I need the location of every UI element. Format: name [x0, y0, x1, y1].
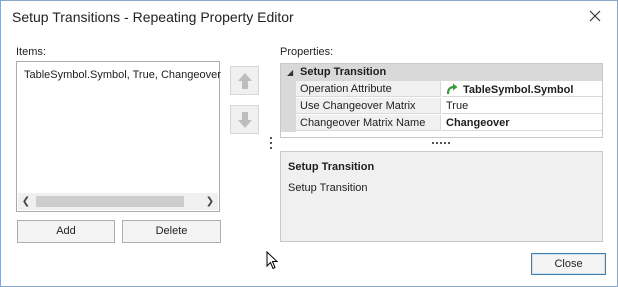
property-row-changeover-matrix-name[interactable]: Changeover Matrix Name Changeover: [281, 115, 602, 132]
scrollbar-thumb[interactable]: [36, 196, 184, 207]
collapse-triangle-icon[interactable]: ◢: [287, 68, 293, 77]
items-label: Items:: [16, 46, 46, 58]
property-row-operation-attribute[interactable]: Operation Attribute TableSymbol.Symbol: [281, 81, 602, 98]
window-title: Setup Transitions - Repeating Property E…: [12, 9, 294, 25]
mouse-cursor-icon: [266, 251, 278, 270]
description-text: Setup Transition: [288, 182, 368, 194]
properties-label: Properties:: [280, 46, 334, 58]
list-item[interactable]: TableSymbol.Symbol, True, Changeover: [24, 69, 221, 81]
add-button[interactable]: Add: [17, 220, 115, 243]
green-curved-arrow-icon: [446, 83, 458, 95]
horizontal-splitter-grip[interactable]: [432, 142, 452, 146]
property-row-use-changeover-matrix[interactable]: Use Changeover Matrix True: [281, 98, 602, 115]
repeating-property-editor-dialog: Setup Transitions - Repeating Property E…: [0, 0, 618, 287]
title-bar: Setup Transitions - Repeating Property E…: [1, 1, 617, 33]
scroll-right-icon[interactable]: ❯: [204, 195, 216, 208]
vertical-splitter-grip[interactable]: [269, 137, 273, 153]
property-grid: ◢ Setup Transition Operation Attribute T…: [280, 63, 603, 138]
property-value[interactable]: Changeover: [442, 115, 602, 131]
move-up-button[interactable]: [230, 66, 259, 95]
move-down-button[interactable]: [230, 105, 259, 134]
category-label: Setup Transition: [300, 66, 387, 78]
items-list[interactable]: TableSymbol.Symbol, True, Changeover ❮ ❯: [16, 61, 221, 212]
property-value[interactable]: TableSymbol.Symbol: [442, 81, 602, 97]
scroll-left-icon[interactable]: ❮: [20, 195, 32, 208]
close-window-icon[interactable]: [587, 8, 603, 24]
property-name: Changeover Matrix Name: [296, 115, 441, 131]
delete-button[interactable]: Delete: [122, 220, 221, 243]
category-row[interactable]: ◢ Setup Transition: [281, 64, 602, 81]
property-name: Use Changeover Matrix: [296, 98, 441, 114]
down-arrow-icon: [238, 112, 252, 128]
description-panel: Setup Transition Setup Transition: [280, 151, 603, 242]
horizontal-scrollbar[interactable]: ❮ ❯: [18, 193, 218, 210]
property-value[interactable]: True: [442, 98, 602, 114]
property-value-text: TableSymbol.Symbol: [463, 84, 574, 96]
close-button[interactable]: Close: [531, 253, 606, 275]
up-arrow-icon: [238, 73, 252, 89]
description-title: Setup Transition: [288, 161, 375, 173]
property-name: Operation Attribute: [296, 81, 441, 97]
